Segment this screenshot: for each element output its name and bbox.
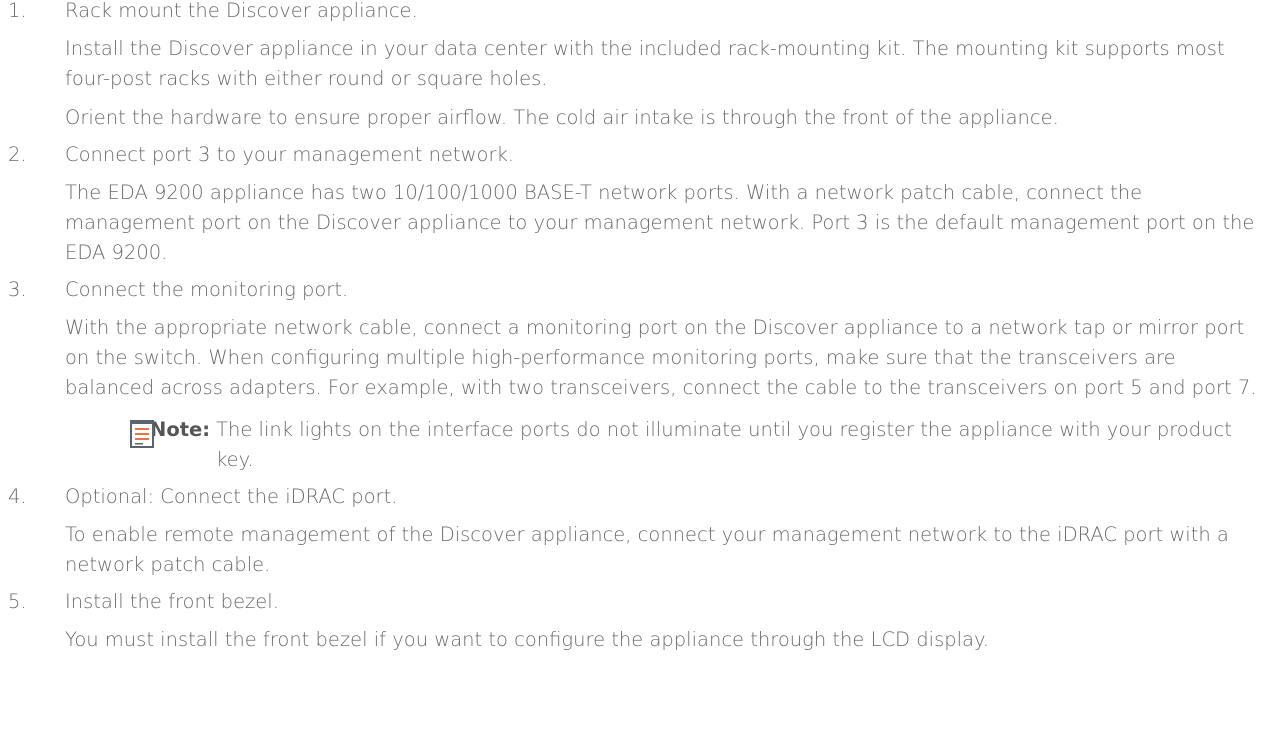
step-number: 1. [8,0,27,22]
step-4: 4. Optional: Connect the iDRAC port. To … [0,482,1271,580]
step-3: 3. Connect the monitoring port. With the… [0,275,1271,475]
step-paragraph: To enable remote management of the Disco… [65,523,1229,576]
step-title: Optional: Connect the iDRAC port. [65,485,398,508]
step-paragraph: Install the Discover appliance in your d… [65,37,1225,90]
note-icon [130,420,154,448]
step-title: Connect port 3 to your management networ… [65,143,514,166]
step-number: 5. [8,590,27,613]
step-title: Connect the monitoring port. [65,278,349,301]
step-number: 2. [8,143,27,166]
step-title: Rack mount the Discover appliance. [65,0,418,22]
step-number: 3. [8,278,27,301]
step-paragraph: Orient the hardware to ensure proper air… [65,106,1059,129]
step-paragraph: With the appropriate network cable, conn… [65,316,1257,399]
step-paragraph: You must install the front bezel if you … [65,628,989,651]
step-1: 1. Rack mount the Discover appliance. In… [0,0,1271,133]
note-callout: Note: The link lights on the interface p… [65,415,1270,475]
step-5: 5. Install the front bezel. You must ins… [0,587,1271,655]
step-paragraph: The EDA 9200 appliance has two 10/100/10… [65,181,1255,264]
step-title: Install the front bezel. [65,590,279,613]
step-2: 2. Connect port 3 to your management net… [0,140,1271,268]
installation-steps: 1. Rack mount the Discover appliance. In… [0,0,1271,655]
note-label: Note: [150,418,211,441]
note-text: The link lights on the interface ports d… [216,418,1232,471]
step-number: 4. [8,485,27,508]
